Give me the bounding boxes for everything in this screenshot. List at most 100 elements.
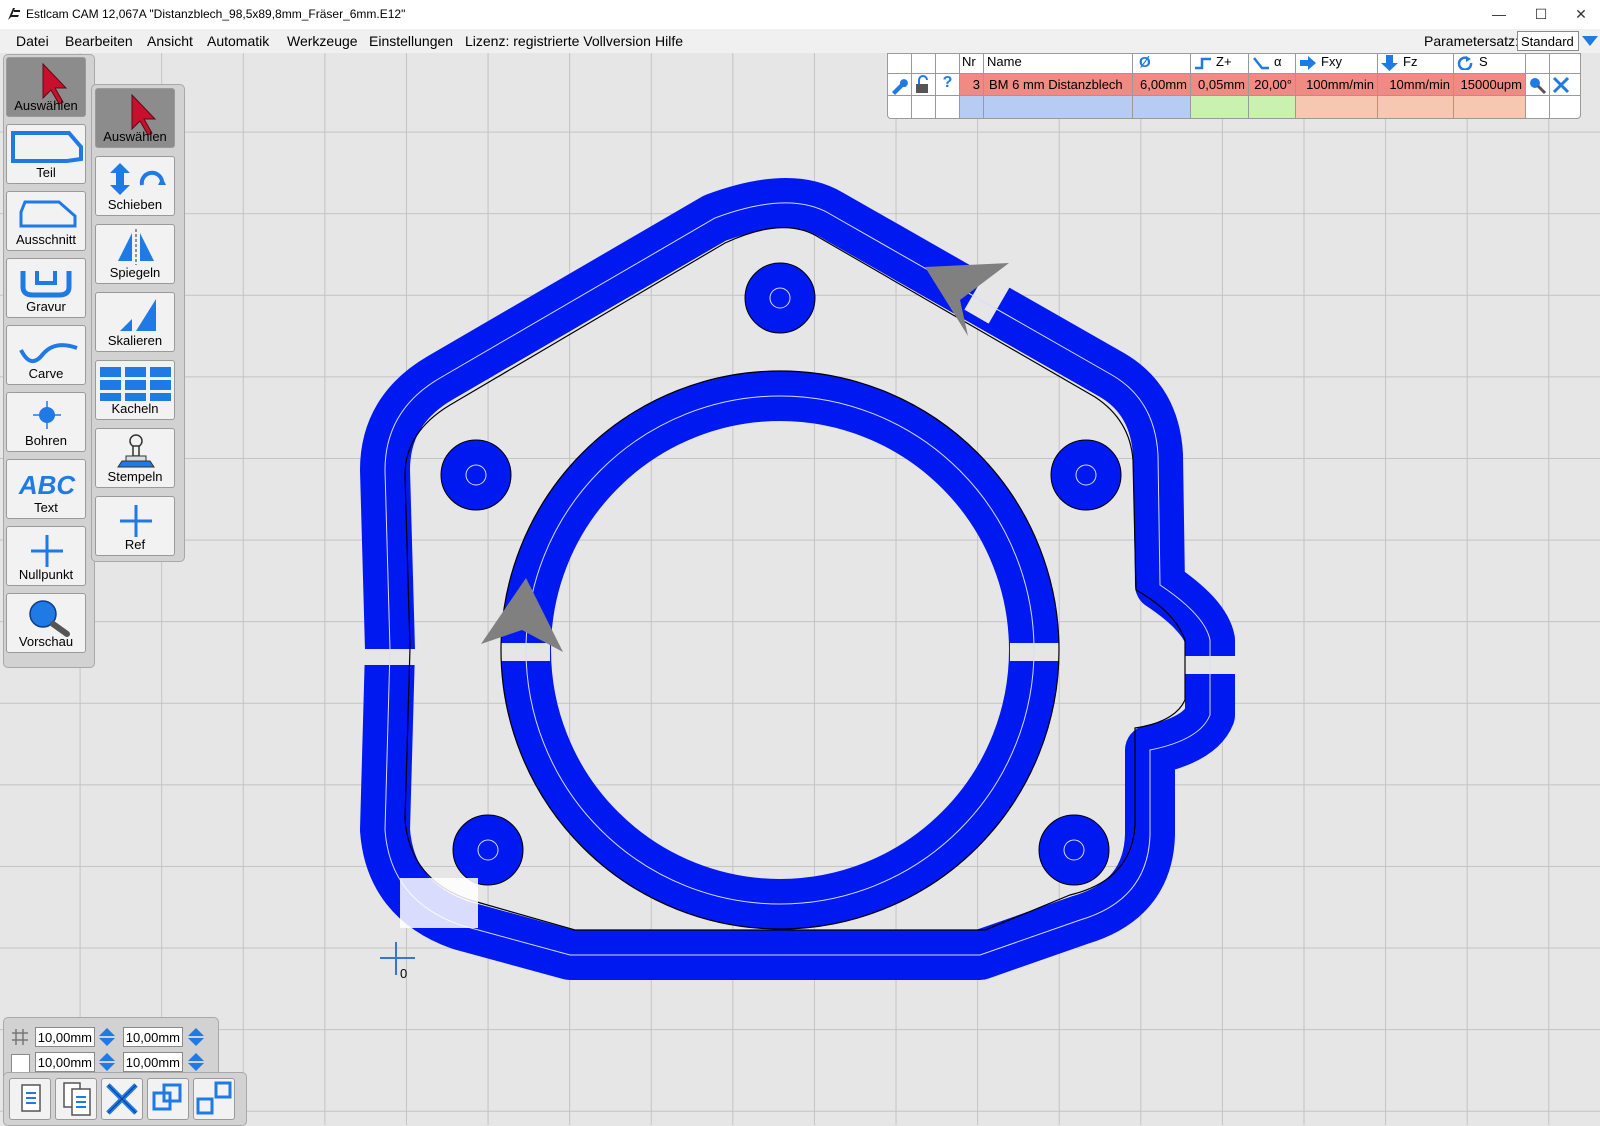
new-zplus-cell[interactable]: [1191, 96, 1249, 118]
tool-nr[interactable]: 3: [960, 74, 984, 96]
header-zplus[interactable]: Z+: [1191, 54, 1249, 74]
header-blank: [888, 54, 912, 74]
tool-teil[interactable]: Teil: [6, 124, 86, 184]
window-title: Estlcam CAM 12,067A "Distanzblech_98,5x8…: [26, 7, 406, 21]
tool-nullpunkt[interactable]: Nullpunkt: [6, 526, 86, 586]
new-fxy-cell[interactable]: [1296, 96, 1378, 118]
empty-cell: [1526, 96, 1550, 118]
close-button[interactable]: ✕: [1562, 0, 1600, 29]
menu-ansicht[interactable]: Ansicht: [147, 33, 193, 49]
spinner-icon[interactable]: [98, 1053, 116, 1071]
empty-cell: [912, 96, 936, 118]
new-alpha-cell[interactable]: [1249, 96, 1296, 118]
combine-icon[interactable]: [147, 1078, 189, 1120]
menu-lizenz[interactable]: Lizenz: registrierte Vollversion: [465, 33, 651, 49]
snap-checkbox[interactable]: [11, 1054, 30, 1073]
edit-stempeln[interactable]: Stempeln: [95, 428, 175, 488]
arrow-right-icon: [1300, 55, 1316, 70]
spinner-icon[interactable]: [187, 1028, 205, 1046]
tool-name[interactable]: BM 6 mm Distanzblech: [984, 74, 1133, 96]
separate-icon[interactable]: [193, 1078, 235, 1120]
tool-gravur[interactable]: Gravur: [6, 258, 86, 318]
delete-x-icon[interactable]: [1550, 74, 1580, 96]
spinner-icon[interactable]: [98, 1028, 116, 1046]
wrench-icon[interactable]: [888, 74, 912, 96]
header-nr[interactable]: Nr: [960, 54, 984, 74]
menu-automatik[interactable]: Automatik: [207, 33, 269, 49]
edit-ref[interactable]: Ref: [95, 496, 175, 556]
grid-y-field[interactable]: 10,00mm: [123, 1027, 183, 1047]
grid-x-field[interactable]: 10,00mm: [35, 1027, 95, 1047]
diameter-icon[interactable]: Ø: [1133, 54, 1191, 74]
header-alpha[interactable]: α: [1249, 54, 1296, 74]
inner-circle-toolpath: [501, 371, 1059, 929]
parameter-set-label: Parametersatz:: [1424, 33, 1519, 49]
empty-cell: [936, 96, 960, 118]
header-s[interactable]: S: [1454, 54, 1526, 74]
menu-werkzeuge[interactable]: Werkzeuge: [287, 33, 358, 49]
empty-cell: [888, 96, 912, 118]
empty-cell: [1550, 96, 1580, 118]
lock-icon[interactable]: [912, 74, 936, 96]
grid-hash-icon: [12, 1029, 28, 1045]
edit-auswaehlen[interactable]: Auswählen: [95, 88, 175, 148]
tool-text[interactable]: ABC Text: [6, 459, 86, 519]
header-name[interactable]: Name: [984, 54, 1133, 74]
estlcam-app-icon: [8, 8, 20, 20]
edit-schieben[interactable]: Schieben: [95, 156, 175, 216]
tool-diameter[interactable]: 6,00mm: [1133, 74, 1191, 96]
header-fz[interactable]: Fz: [1378, 54, 1454, 74]
angle-icon: [1253, 56, 1269, 69]
search-icon[interactable]: [1526, 74, 1550, 96]
delete-x-icon[interactable]: [101, 1078, 143, 1120]
menu-datei[interactable]: Datei: [16, 33, 49, 49]
arrow-down-icon: [1381, 54, 1398, 71]
origin-cross-icon: [380, 942, 415, 975]
tool-table: Nr Name Ø Z+ α Fxy Fz S ? 3 BM 6 mm Dist…: [887, 53, 1581, 119]
edit-spiegeln[interactable]: Spiegeln: [95, 224, 175, 284]
menu-bearbeiten[interactable]: Bearbeiten: [65, 33, 133, 49]
new-name-cell[interactable]: [984, 96, 1133, 118]
new-nr-cell[interactable]: [960, 96, 984, 118]
copy-icon[interactable]: [9, 1078, 51, 1120]
new-fz-cell[interactable]: [1378, 96, 1454, 118]
header-fxy[interactable]: Fxy: [1296, 54, 1378, 74]
header-blank: [912, 54, 936, 74]
paste-icon[interactable]: [55, 1078, 97, 1120]
edit-skalieren[interactable]: Skalieren: [95, 292, 175, 352]
maximize-button[interactable]: ☐: [1518, 0, 1564, 29]
tool-vorschau[interactable]: Vorschau: [6, 593, 86, 653]
edit-kacheln[interactable]: Kacheln: [95, 360, 175, 420]
new-s-cell[interactable]: [1454, 96, 1526, 118]
minimize-button[interactable]: —: [1476, 0, 1522, 29]
header-blank: [1550, 54, 1580, 74]
parameter-set-select[interactable]: Standard: [1517, 31, 1579, 51]
tool-bohren[interactable]: Bohren: [6, 392, 86, 452]
svg-text:ABC: ABC: [18, 470, 77, 500]
menu-hilfe[interactable]: Hilfe: [655, 33, 683, 49]
spinner-icon[interactable]: [187, 1053, 205, 1071]
tool-zplus[interactable]: 0,05mm: [1191, 74, 1249, 96]
menu-einstellungen[interactable]: Einstellungen: [369, 33, 453, 49]
tool-fz[interactable]: 10mm/min: [1378, 74, 1454, 96]
toolpath-drawing[interactable]: 0: [0, 53, 1600, 1125]
tool-auswaehlen[interactable]: Auswählen: [6, 57, 86, 117]
tool-s[interactable]: 15000upm: [1454, 74, 1526, 96]
tool-fxy[interactable]: 100mm/min: [1296, 74, 1378, 96]
header-blank: [1526, 54, 1550, 74]
chevron-down-icon[interactable]: [1582, 36, 1598, 46]
rotation-icon: [1457, 55, 1473, 70]
tool-ausschnitt[interactable]: Ausschnitt: [6, 191, 86, 251]
help-icon[interactable]: ?: [936, 74, 960, 96]
new-diameter-cell[interactable]: [1133, 96, 1191, 118]
menu-bar: Datei Bearbeiten Ansicht Automatik Werkz…: [0, 29, 1600, 53]
tool-alpha[interactable]: 20,00°: [1249, 74, 1296, 96]
tool-carve[interactable]: Carve: [6, 325, 86, 385]
origin-label: 0: [400, 966, 407, 981]
size-y-field[interactable]: 10,00mm: [123, 1052, 183, 1072]
title-bar: Estlcam CAM 12,067A "Distanzblech_98,5x8…: [0, 0, 1600, 29]
size-x-field[interactable]: 10,00mm: [35, 1052, 95, 1072]
z-step-icon: [1195, 57, 1211, 69]
header-blank: [936, 54, 960, 74]
cam-canvas[interactable]: 0: [0, 53, 1600, 1125]
